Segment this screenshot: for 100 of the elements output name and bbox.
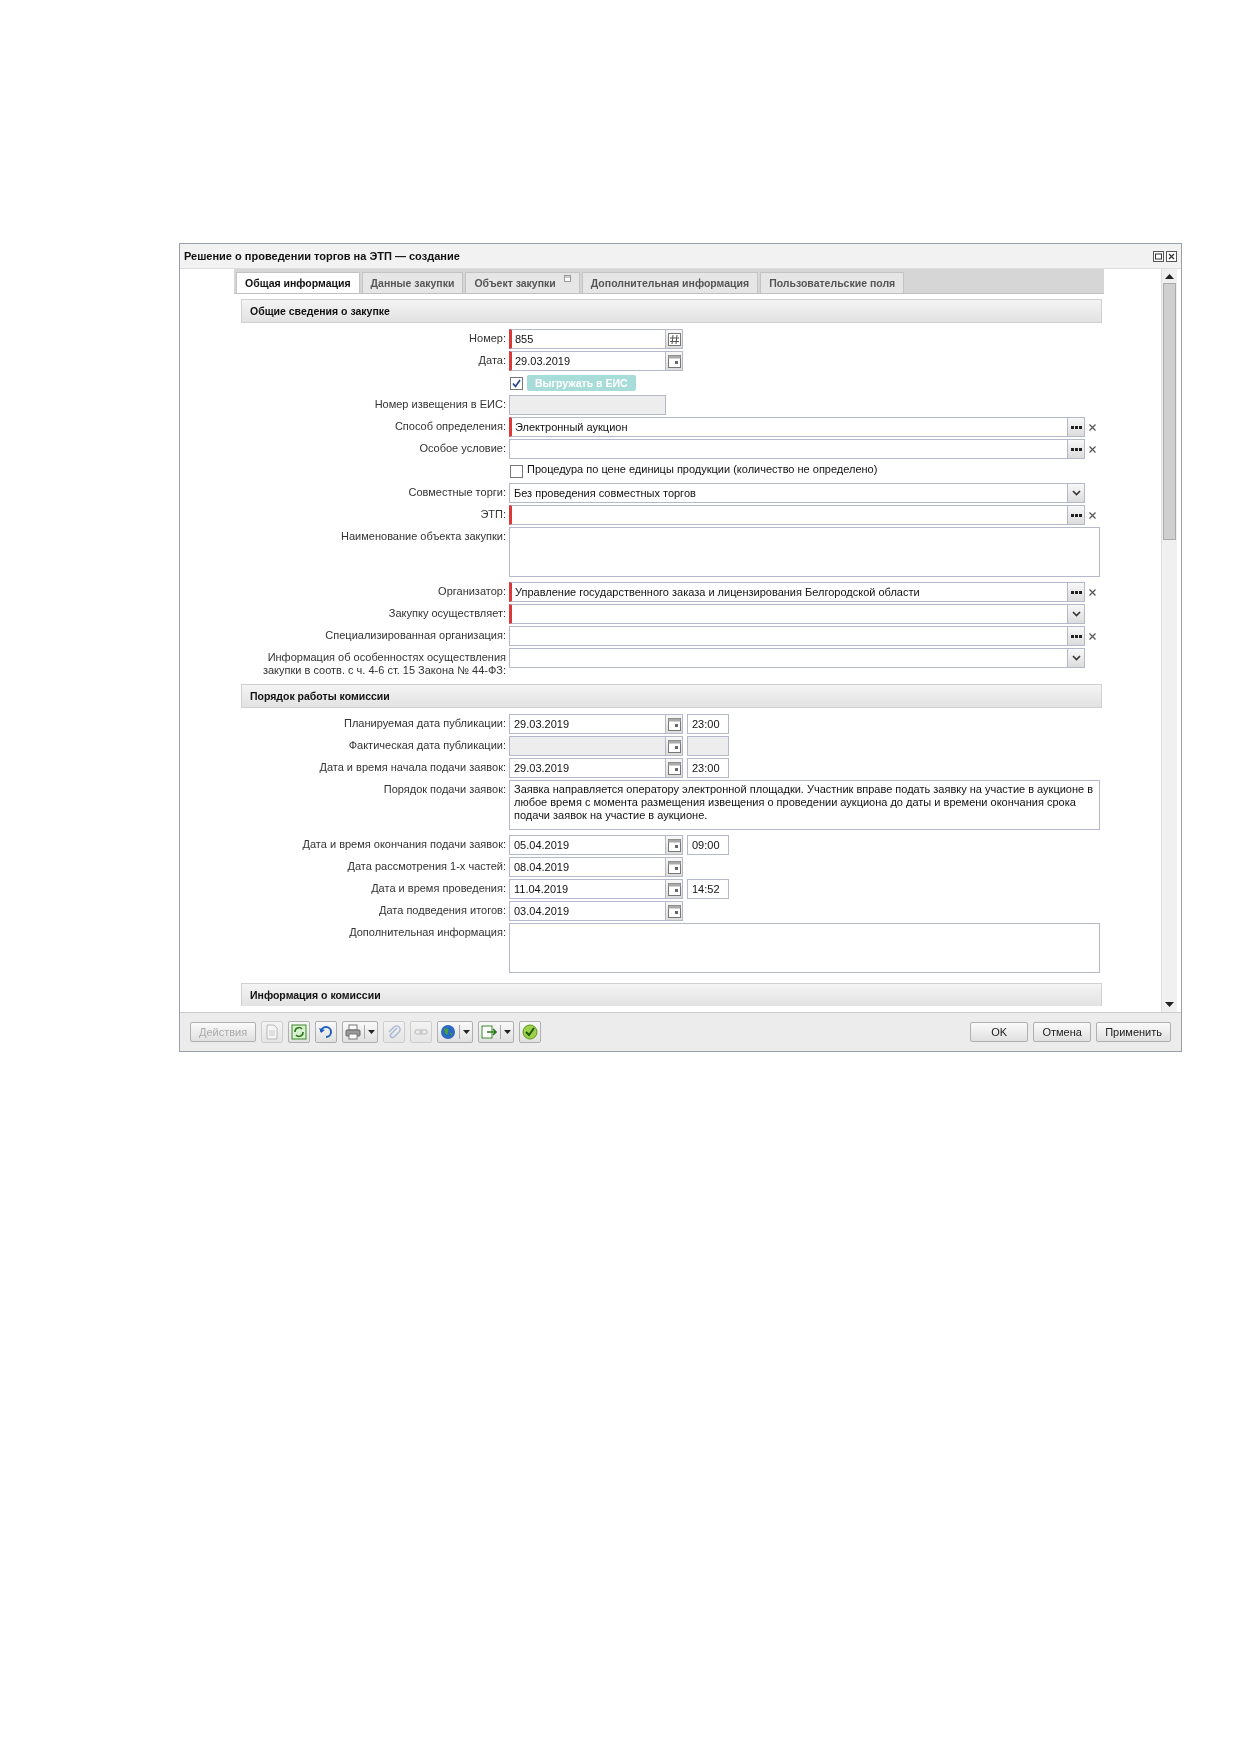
calendar-icon [667,904,681,918]
time-field[interactable]: 14:52 [687,879,729,899]
undo-icon [318,1024,335,1040]
section-title: Информация о комиссии [250,989,381,1001]
ellipsis-button[interactable] [1068,626,1085,646]
dialog-button[interactable]: Отмена [1033,1022,1092,1042]
date-field[interactable]: 08.04.2019 [509,857,666,877]
time-field[interactable]: 23:00 [687,758,729,778]
field-label: Дата и время начала подачи заявок: [318,760,506,775]
calendar-button[interactable] [666,758,683,778]
field-label: Наименование объекта закупки: [340,529,506,544]
date-field[interactable]: 29.03.2019 [509,714,666,734]
tab[interactable]: Данные закупки [361,272,464,293]
field-label: Способ определения: [393,419,506,434]
ellipsis-icon [1070,447,1082,451]
tab[interactable]: Общая информация [236,272,360,293]
export-tool-button[interactable] [478,1021,515,1043]
field-label: Планируемая дата публикации: [343,716,506,731]
lookup-field[interactable] [509,505,1068,525]
date-field[interactable]: 29.03.2019 [509,758,666,778]
time-field[interactable]: 23:00 [687,714,729,734]
window-title: Решение о проведении торгов на ЭТП — создание [184,250,461,262]
input-field[interactable]: 855 [509,329,666,349]
section-title: Порядок работы комиссии [250,690,390,702]
lookup-field[interactable]: Электронный аукцион [509,417,1068,437]
printer-icon [345,1024,362,1040]
number-button[interactable] [666,329,683,349]
check-tool-button[interactable] [519,1021,542,1043]
time-field[interactable]: 09:00 [687,835,729,855]
chevron-down-icon [1071,490,1081,496]
ellipsis-icon [1070,590,1082,594]
calendar-icon [667,354,681,368]
close-icon [1089,423,1096,431]
scroll-up-icon[interactable] [1165,273,1174,279]
export-icon [481,1024,498,1040]
dialog-button[interactable]: OK [970,1022,1029,1042]
ellipsis-icon [1070,425,1082,429]
tab[interactable]: Дополнительная информация [581,272,759,293]
dropdown-button[interactable] [1068,483,1085,503]
undo-tool-button[interactable] [315,1021,338,1043]
scroll-thumb[interactable] [1163,283,1176,540]
calendar-button[interactable] [666,714,683,734]
time-field[interactable] [687,736,729,756]
lookup-field[interactable] [509,439,1068,459]
field-label: Дата и время проведения: [370,881,506,896]
globe-icon [440,1024,457,1040]
tab[interactable]: Объект закупки [465,272,580,293]
text-area[interactable]: Заявка направляется оператору электронной площадки. Участник вправе подать заявку на участие в аукционе в любое время с момента размещения извещения о проведении аукциона до даты и времени окончания срока подачи заявок на участие в аукционе. [509,780,1100,830]
ellipsis-button[interactable] [1068,582,1085,602]
dialog-button[interactable]: Применить [1096,1022,1171,1042]
document-icon [264,1024,281,1040]
calendar-icon [667,882,681,896]
chevron-down-icon [1071,611,1081,617]
dropdown[interactable]: Без проведения совместных торгов [509,483,1068,503]
close-icon [1089,511,1096,519]
calendar-button[interactable] [666,879,683,899]
field-label: Специализированная организация: [324,628,506,643]
field-label: Организатор: [437,584,506,599]
paperclip-icon [386,1024,403,1040]
ellipsis-button[interactable] [1068,439,1085,459]
field-label: Дата подведения итогов: [378,903,506,918]
date-field[interactable]: 11.04.2019 [509,879,666,899]
hash-icon [667,332,681,346]
maximize-icon[interactable] [1153,250,1164,262]
close-icon [1089,632,1096,640]
date-field[interactable]: 29.03.2019 [509,351,666,371]
refresh-tool-button[interactable] [288,1021,311,1043]
field-label: Информация об особенностях осуществления закупки в соотв. с ч. 4-6 ст. 15 Закона № 44-ФЗ: [261,650,506,677]
ellipsis-button[interactable] [1068,505,1085,525]
ellipsis-button[interactable] [1068,417,1085,437]
tab[interactable]: Пользовательские поля [760,272,905,293]
date-field[interactable]: 05.04.2019 [509,835,666,855]
lookup-field[interactable] [509,626,1068,646]
calendar-button[interactable] [666,901,683,921]
field-label: Порядок подачи заявок: [382,782,506,797]
checkbox[interactable] [510,465,523,478]
checkbox[interactable] [510,377,523,390]
calendar-icon [667,739,681,753]
close-icon[interactable] [1166,250,1177,262]
field-label: Дата: [477,353,506,368]
calendar-button[interactable] [666,736,683,756]
field-label: Дата и время окончания подачи заявок: [301,837,506,852]
refresh-icon [291,1024,308,1040]
calendar-button[interactable] [666,857,683,877]
printer-tool-button[interactable] [342,1021,379,1043]
globe-tool-button[interactable] [437,1021,474,1043]
checkbox-label: Процедура по цене единицы продукции (количество не определено) [527,462,878,475]
calendar-button[interactable] [666,835,683,855]
dropdown-button[interactable] [1068,648,1085,668]
date-field[interactable]: 03.04.2019 [509,901,666,921]
scroll-down-icon[interactable] [1165,1002,1174,1008]
field-label: Совместные торги: [407,485,506,500]
lookup-field[interactable]: Управление государственного заказа и лицензирования Белгородской области [509,582,1068,602]
dropdown-button[interactable] [1068,604,1085,624]
chevron-down-icon [1071,655,1081,661]
calendar-button[interactable] [666,351,683,371]
scrollbar[interactable] [1161,269,1177,1012]
check-icon [522,1024,539,1040]
panel-icon [563,275,571,282]
field-label: Дополнительная информация: [348,925,506,940]
